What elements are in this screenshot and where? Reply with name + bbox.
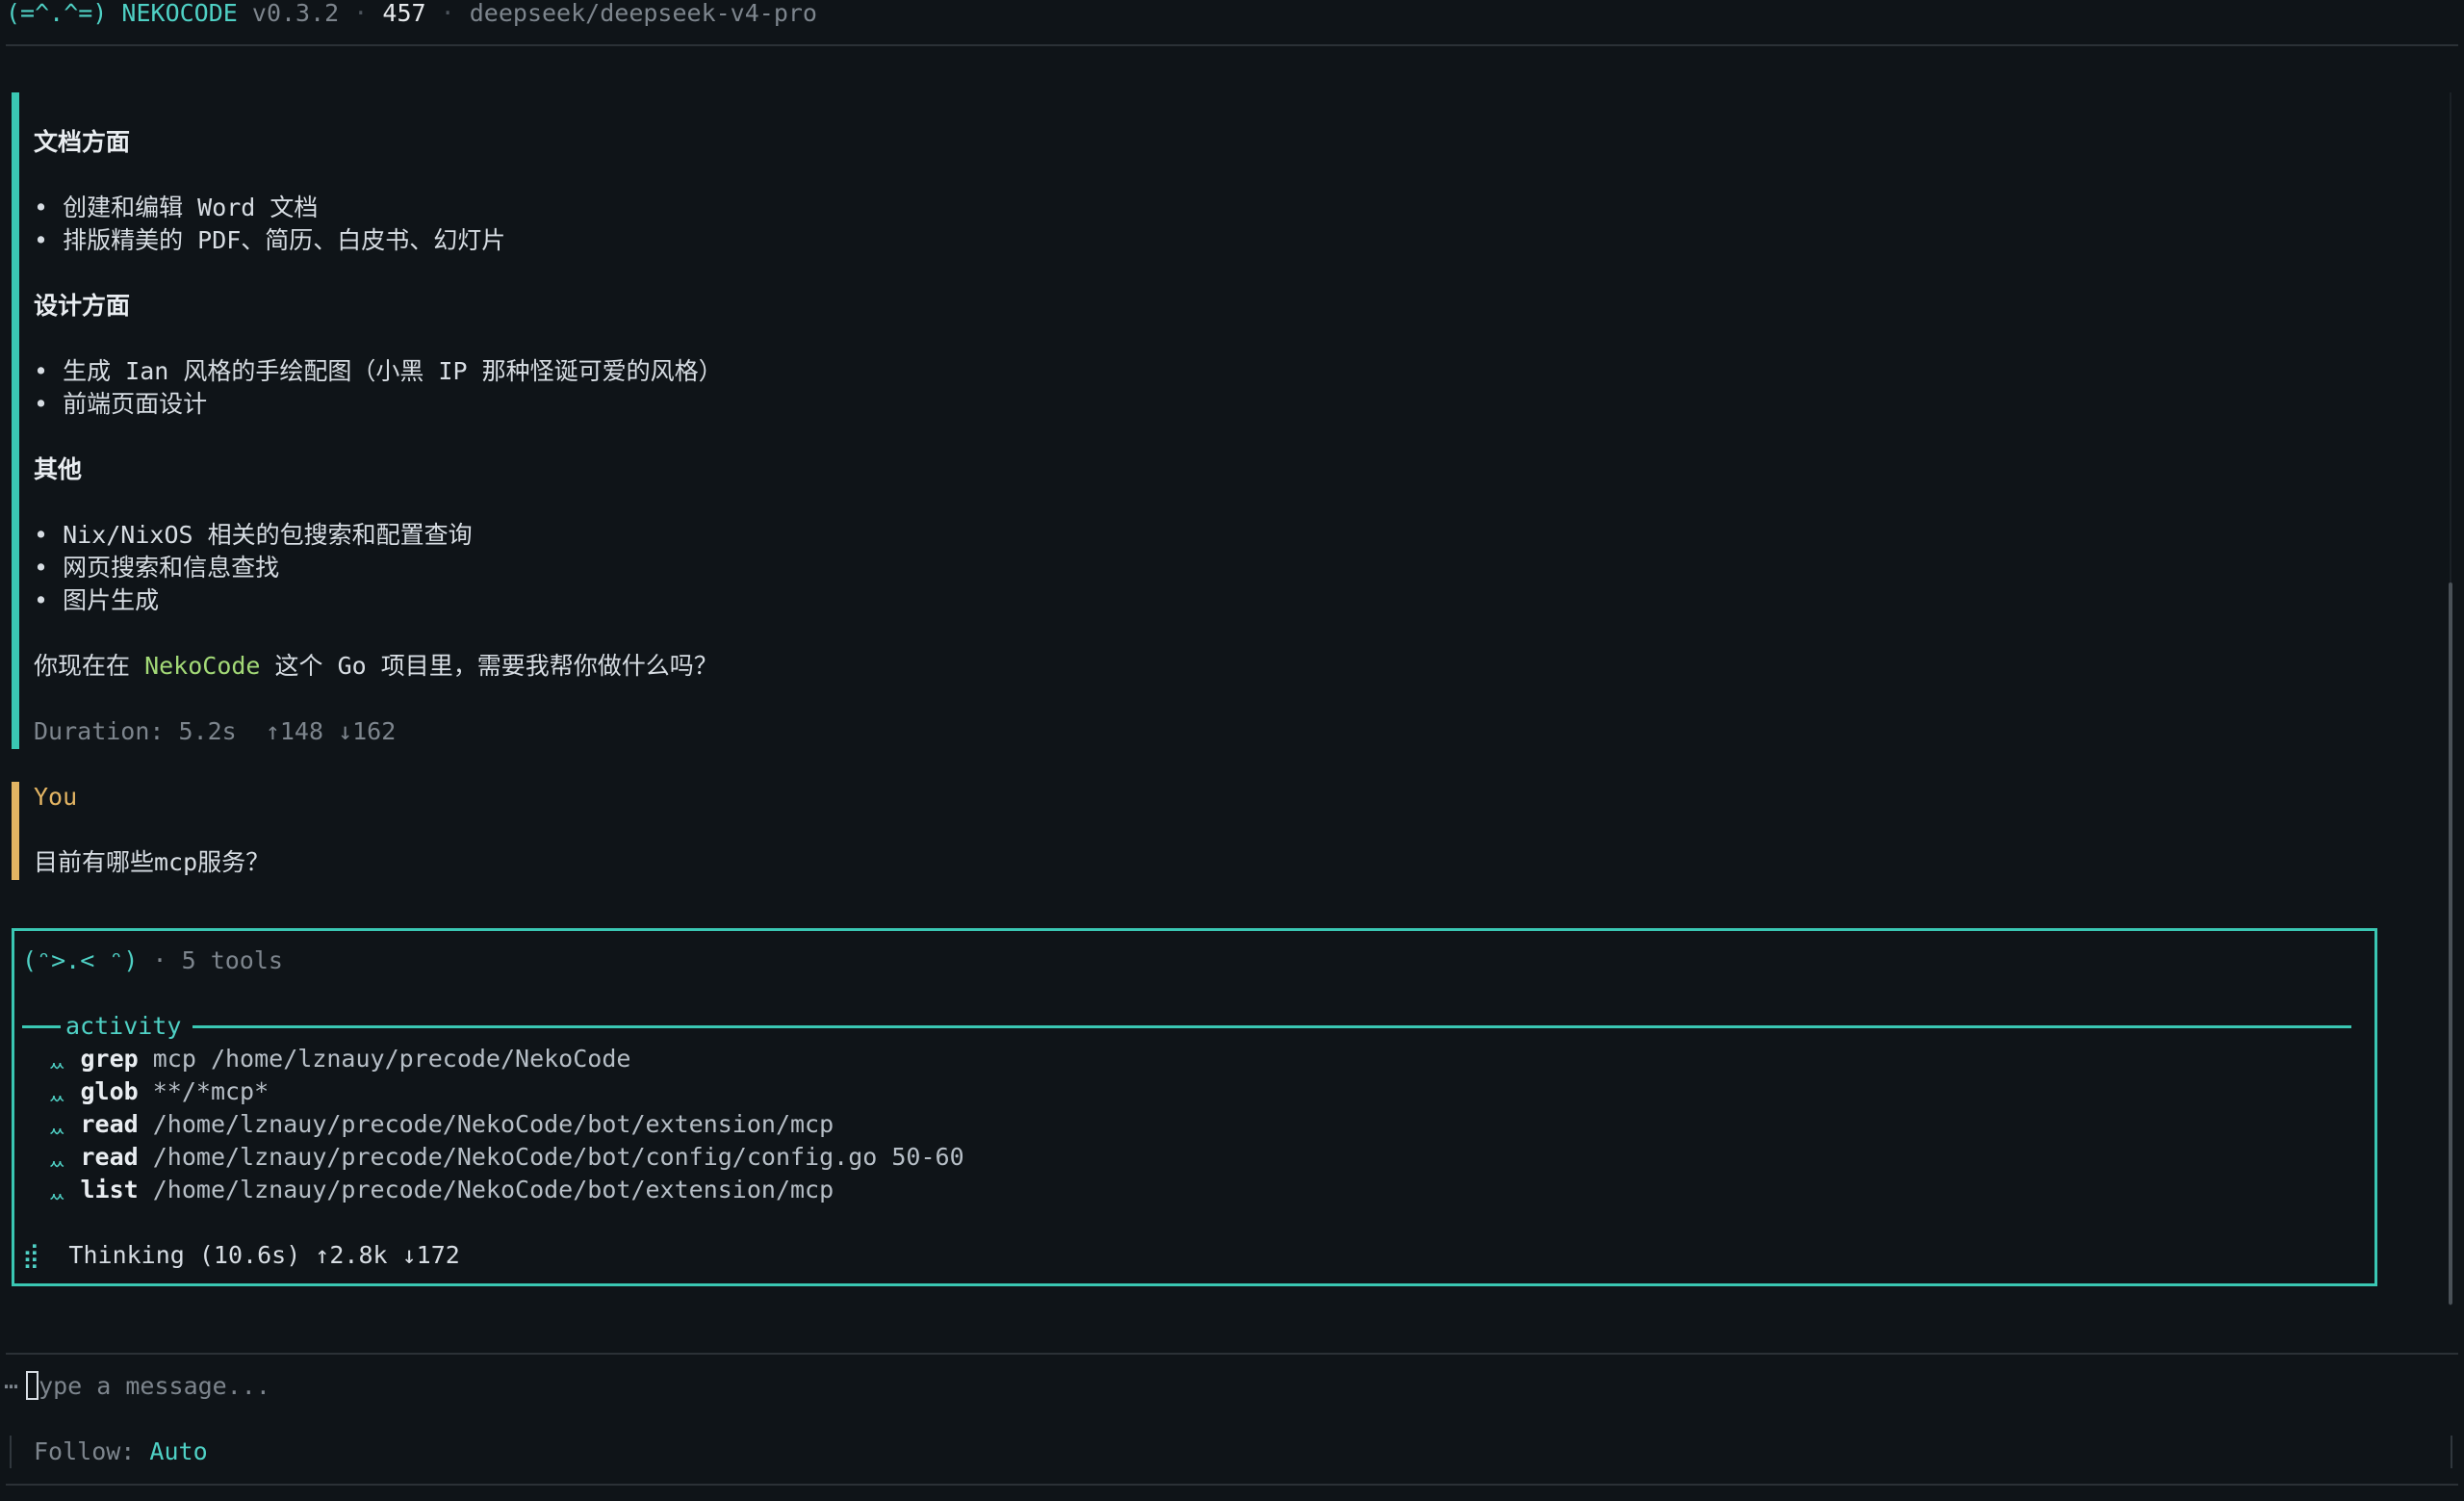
header-separator: ·: [440, 0, 455, 27]
tools-count: · 5 tools: [152, 946, 283, 974]
tool-icon: ᆻ: [48, 1179, 66, 1203]
text-cursor: [26, 1371, 39, 1400]
tool-call-row[interactable]: ᆻ glob **/*mcp*: [48, 1075, 269, 1109]
tool-icon: ᆻ: [48, 1114, 66, 1137]
user-message-text: 目前有哪些mcp服务？: [34, 848, 270, 876]
header-separator: ·: [353, 0, 369, 27]
app-header: (=^.^=) NEKOCODE v0.3.2 · 457 · deepseek…: [6, 0, 817, 30]
tool-args: /home/lznauy/precode/NekoCode/bot/extens…: [152, 1176, 834, 1203]
tool-call-row[interactable]: ᆻ read /home/lznauy/precode/NekoCode/bot…: [48, 1141, 964, 1175]
list-item: • 生成 Ian 风格的手绘配图（小黑 IP 那种怪诞可爱的风格）: [34, 357, 723, 385]
activity-summary: (ᵔ>.< ᵔ) · 5 tools: [22, 945, 283, 977]
activity-rule-left: [22, 1025, 61, 1028]
tool-args: /home/lznauy/precode/NekoCode/bot/extens…: [152, 1110, 834, 1138]
app-name: NEKOCODE: [121, 0, 238, 27]
follow-mode-value[interactable]: Auto: [149, 1437, 207, 1465]
tool-name: glob: [80, 1077, 139, 1105]
tool-args: mcp /home/lznauy/precode/NekoCode: [152, 1045, 631, 1073]
section-title-docs: 文档方面: [34, 128, 131, 156]
tool-call-row[interactable]: ᆻ list /home/lznauy/precode/NekoCode/bot…: [48, 1174, 834, 1207]
spinner-icon: ⣾: [22, 1241, 40, 1269]
closing-suffix: 这个 Go 项目里，需要我帮你做什么吗？: [260, 652, 718, 680]
tool-name: read: [80, 1143, 139, 1171]
tool-name: grep: [80, 1045, 139, 1073]
follow-status[interactable]: Follow: Auto: [34, 1436, 208, 1468]
duration-stats: Duration: 5.2s ↑148 ↓162: [34, 717, 397, 745]
list-item: • 排版精美的 PDF、简历、白皮书、幻灯片: [34, 226, 506, 254]
list-item: • 图片生成: [34, 586, 160, 614]
input-top-divider: [6, 1353, 2458, 1355]
closing-prefix: 你现在在: [34, 652, 145, 680]
list-item: • 前端页面设计: [34, 390, 208, 418]
tool-icon: ᆻ: [48, 1048, 66, 1072]
model-name[interactable]: deepseek/deepseek-v4-pro: [470, 0, 817, 27]
app-version: v0.3.2: [251, 0, 340, 27]
tool-icon: ᆻ: [48, 1147, 66, 1170]
project-name-highlight: NekoCode: [144, 652, 261, 680]
tool-name: read: [80, 1110, 139, 1138]
user-author-label: You: [34, 783, 78, 811]
status-right-edge: [2451, 1436, 2452, 1468]
tool-name: list: [80, 1176, 139, 1203]
tool-call-row[interactable]: ᆻ grep mcp /home/lznauy/precode/NekoCode: [48, 1043, 630, 1076]
follow-label: Follow:: [34, 1437, 150, 1465]
list-item: • Nix/NixOS 相关的包搜索和配置查询: [34, 521, 473, 549]
message-input[interactable]: ⋯ ype a message...: [4, 1370, 270, 1403]
activity-title: activity: [65, 1012, 182, 1040]
section-title-other: 其他: [34, 455, 83, 483]
tool-call-row[interactable]: ᆻ read /home/lznauy/precode/NekoCode/bot…: [48, 1108, 834, 1142]
header-divider: [6, 44, 2458, 46]
assistant-message-bar: [12, 92, 19, 749]
activity-rule-right: [192, 1025, 2351, 1028]
user-message-bar: [12, 782, 19, 880]
cat-face-icon: (ᵔ>.< ᵔ): [22, 946, 139, 974]
thinking-status: ⣾ Thinking (10.6s) ↑2.8k ↓172: [22, 1239, 460, 1272]
cat-face-logo: (=^.^=): [6, 0, 108, 27]
tool-args: **/*mcp*: [152, 1077, 270, 1105]
activity-panel: (ᵔ>.< ᵔ) · 5 tools activity ᆻ grep mcp /…: [12, 928, 2377, 1286]
section-title-design: 设计方面: [34, 292, 131, 320]
tool-args: /home/lznauy/precode/NekoCode/bot/config…: [152, 1143, 964, 1171]
bottom-divider: [6, 1484, 2458, 1486]
input-placeholder: ype a message...: [38, 1372, 270, 1400]
list-item: • 创建和编辑 Word 文档: [34, 194, 319, 221]
status-left-edge: [10, 1436, 12, 1468]
message-count: 457: [382, 0, 426, 27]
terminal-window: (=^.^=) NEKOCODE v0.3.2 · 457 · deepseek…: [0, 0, 2464, 1501]
thinking-text: Thinking (10.6s) ↑2.8k ↓172: [68, 1241, 460, 1269]
assistant-closing-text: 你现在在 NekoCode 这个 Go 项目里，需要我帮你做什么吗？: [34, 650, 718, 683]
list-item: • 网页搜索和信息查找: [34, 554, 280, 582]
scrollbar-thumb[interactable]: [2449, 582, 2452, 1305]
tool-icon: ᆻ: [48, 1081, 66, 1104]
input-prefix-icon: ⋯: [4, 1372, 19, 1400]
